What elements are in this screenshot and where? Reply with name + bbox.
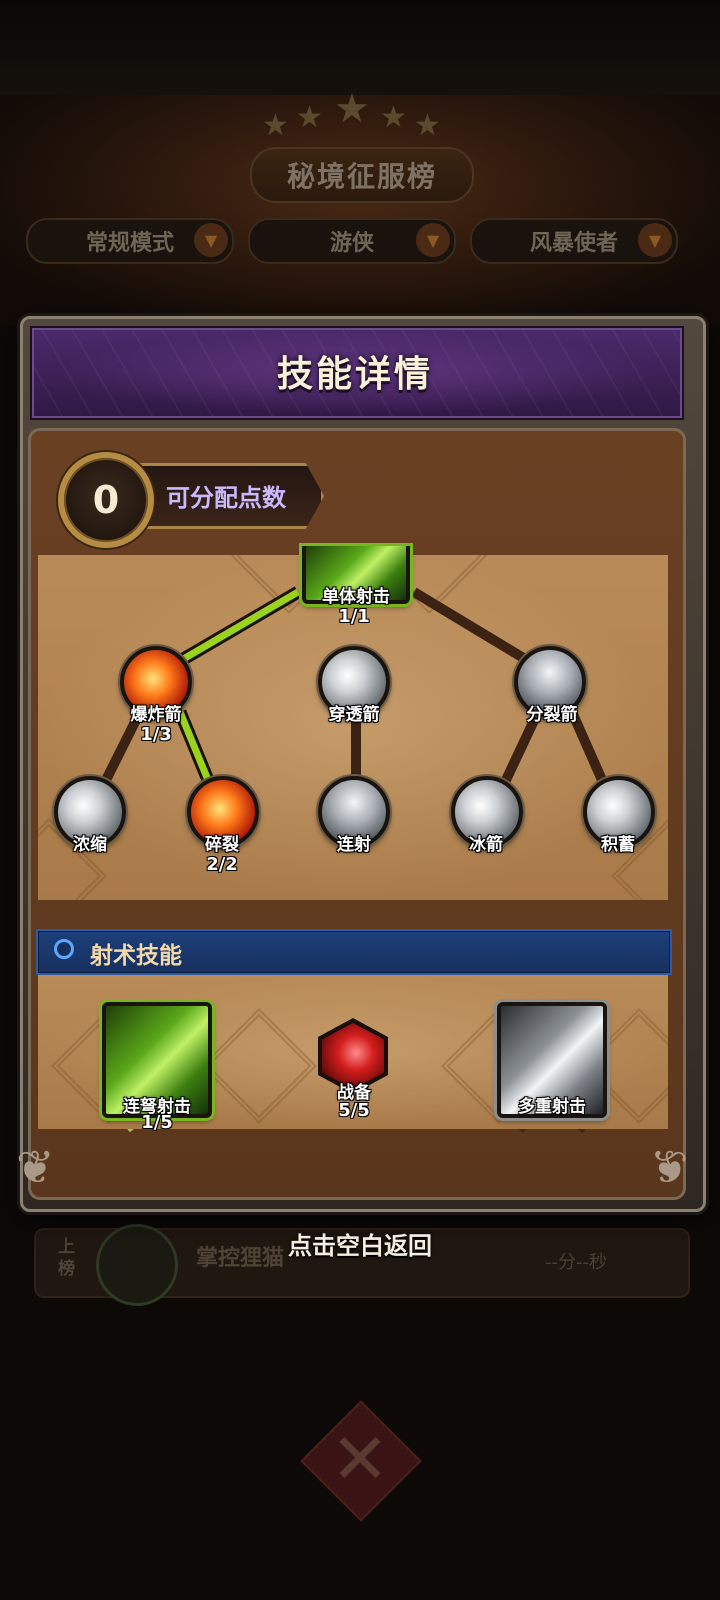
skill-level: 2/2 xyxy=(206,854,238,875)
target-icon xyxy=(54,939,74,959)
skill-name: 连射 xyxy=(337,835,371,855)
skill-name: 多重射击 xyxy=(518,1097,586,1117)
skill-level: 1/1 xyxy=(338,606,370,627)
skill-name: 冰箭 xyxy=(469,835,503,855)
corner-ornament: ❦ xyxy=(650,1140,689,1194)
skill-name: 单体射击 xyxy=(322,587,390,607)
section-title: 射术技能 xyxy=(90,943,182,969)
skill-level: 5/5 xyxy=(338,1100,370,1121)
skill-level: 1/3 xyxy=(140,724,172,745)
skill-level: 1/5 xyxy=(141,1112,173,1133)
skill-name: 穿透箭 xyxy=(328,705,380,725)
corner-ornament: ❦ xyxy=(16,1140,55,1194)
skill-name: 爆炸箭 xyxy=(130,705,182,725)
skill-name: 碎裂 xyxy=(205,835,239,855)
skill-name: 浓缩 xyxy=(73,835,107,855)
skill-name: 积蓄 xyxy=(601,835,635,855)
skill-name: 分裂箭 xyxy=(526,705,578,725)
tap-to-return-hint[interactable]: 点击空白返回 xyxy=(0,1226,720,1261)
